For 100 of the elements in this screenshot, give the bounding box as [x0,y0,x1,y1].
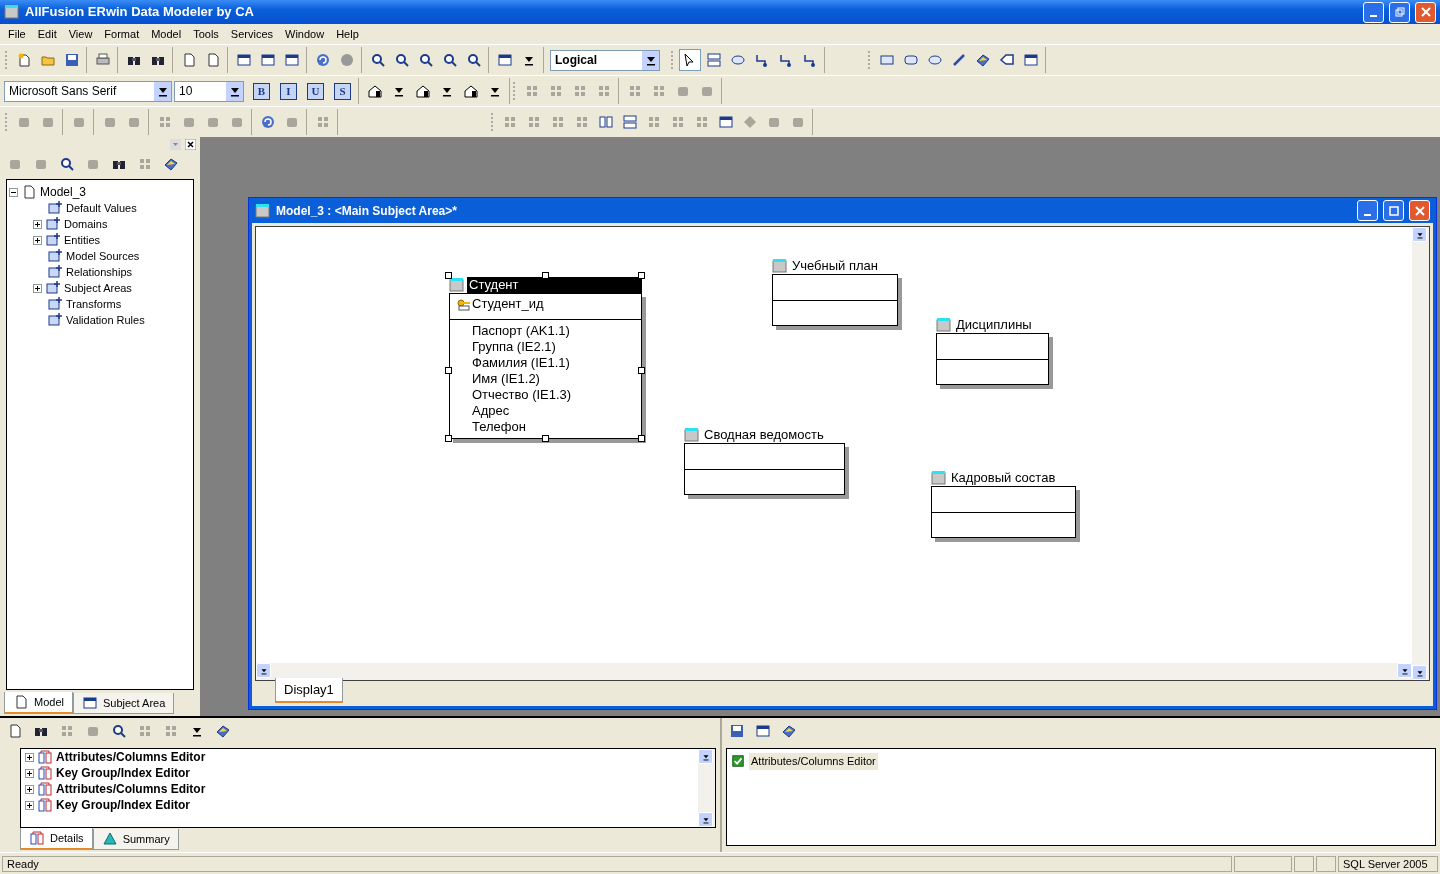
font-size-dropdown[interactable]: 10 [174,80,244,102]
format-button[interactable]: B [253,82,270,100]
connector-icon [778,52,794,68]
document-icon [181,52,197,68]
menu-item[interactable]: Edit [31,25,63,43]
collapse-icon[interactable] [9,187,18,197]
menu-item[interactable]: View [62,25,99,43]
tab[interactable]: Summary [92,828,179,850]
attribute: Фамилия (IE1.1) [472,355,570,370]
expand-icon[interactable] [25,784,34,794]
cursor-button[interactable] [679,49,701,71]
menu-item[interactable]: Services [224,25,280,43]
minimize-button[interactable] [1357,200,1378,221]
editor-icon [29,829,45,846]
tree-node-icon [45,216,61,232]
tab[interactable]: Display1 [275,677,343,703]
menu-item[interactable]: Help [330,25,365,43]
menu-item[interactable]: Format [98,25,146,43]
dropdown-icon[interactable] [170,139,181,150]
magnifier-icon [466,52,482,68]
entity-name[interactable]: Сводная ведомость [702,426,826,443]
tree-item[interactable]: Model_3 [40,183,87,201]
grid-icon [646,114,662,130]
tree-item[interactable]: Key Group/Index Editor [56,796,190,814]
panel-icon [497,52,513,68]
columns-icon [598,114,614,130]
document-icon [205,52,221,68]
magnifier-icon [59,156,75,172]
entity-name[interactable]: Дисциплины [954,316,1034,333]
menu-item[interactable]: Window [279,25,331,43]
menu-item[interactable]: Tools [187,25,225,43]
restore-button[interactable] [1389,1,1410,23]
vertical-scrollbar[interactable] [698,749,715,827]
grid-icon [526,114,542,130]
tab[interactable]: Details [20,827,93,850]
entity-name[interactable]: Студент [467,276,642,293]
expand-icon[interactable] [33,283,42,293]
vertical-scrollbar[interactable] [1412,227,1429,680]
house-icon [463,83,479,99]
tree-node-icon [45,232,61,248]
resize-handle[interactable] [638,435,645,442]
tree-item[interactable]: Domains [64,215,108,233]
rectangle-icon [879,52,895,68]
connector-icon [754,52,770,68]
expand-icon[interactable] [25,800,34,810]
close-button[interactable] [1415,1,1436,23]
menu-item[interactable]: File [2,25,32,43]
rounded-rectangle-icon [903,52,919,68]
format-button[interactable]: S [334,82,351,100]
status-text: Ready [2,855,1232,872]
document-icon [13,693,29,710]
tree-item[interactable]: Key Group/Index Editor [56,764,190,782]
menu-item[interactable]: Model [145,25,188,43]
new-document-icon [16,52,32,68]
resize-handle[interactable] [541,435,549,442]
tab[interactable]: Model [4,691,73,714]
tab[interactable]: Subject Area [72,692,175,714]
expand-icon[interactable] [25,768,34,778]
checkbox[interactable] [731,754,745,769]
resize-handle[interactable] [541,272,549,279]
tree-item[interactable]: Attributes/Columns Editor [56,748,206,766]
entity-name[interactable]: Кадровый состав [949,469,1058,486]
tree-item[interactable]: Entities [64,231,101,249]
format-button[interactable]: U [307,82,324,100]
tree-item[interactable]: Default Values [66,199,137,217]
attribute: Паспорт (AK1.1) [472,323,570,338]
horizontal-scrollbar[interactable] [256,663,1412,680]
maximize-button[interactable] [1383,200,1404,221]
expand-icon[interactable] [33,235,42,245]
house-icon [415,83,431,99]
list-item[interactable]: Attributes/Columns Editor [749,753,878,770]
circle-icon [339,52,355,68]
grid-icon [627,83,643,99]
minimize-button[interactable] [1363,1,1384,23]
resize-handle[interactable] [445,366,452,374]
status-pane [1316,855,1336,872]
tree-item[interactable]: Subject Areas [64,279,132,297]
grid-icon [137,723,153,739]
triangle-icon [101,830,118,847]
expand-icon[interactable] [25,752,34,762]
attribute: Группа (IE2.1) [472,339,556,354]
tree-item[interactable]: Model Sources [66,247,140,265]
close-button[interactable] [1409,200,1430,221]
entity-name[interactable]: Учебный план [790,257,880,274]
attribute: Имя (IE1.2) [472,371,540,386]
resize-handle[interactable] [638,366,645,374]
expand-icon[interactable] [33,219,42,229]
resize-handle[interactable] [638,272,645,279]
format-button[interactable]: I [280,82,297,100]
magnifier-icon [418,52,434,68]
tree-item[interactable]: Validation Rules [66,311,145,329]
grid-icon [315,114,331,130]
resize-handle[interactable] [445,435,452,442]
close-icon[interactable] [185,139,196,150]
tree-item[interactable]: Transforms [66,295,122,313]
tree-item[interactable]: Relationships [66,263,133,281]
font-dropdown[interactable]: Microsoft Sans Serif [4,80,172,102]
tree-item[interactable]: Attributes/Columns Editor [56,780,206,798]
resize-handle[interactable] [445,272,452,279]
view-mode-dropdown[interactable]: Logical [550,49,660,71]
